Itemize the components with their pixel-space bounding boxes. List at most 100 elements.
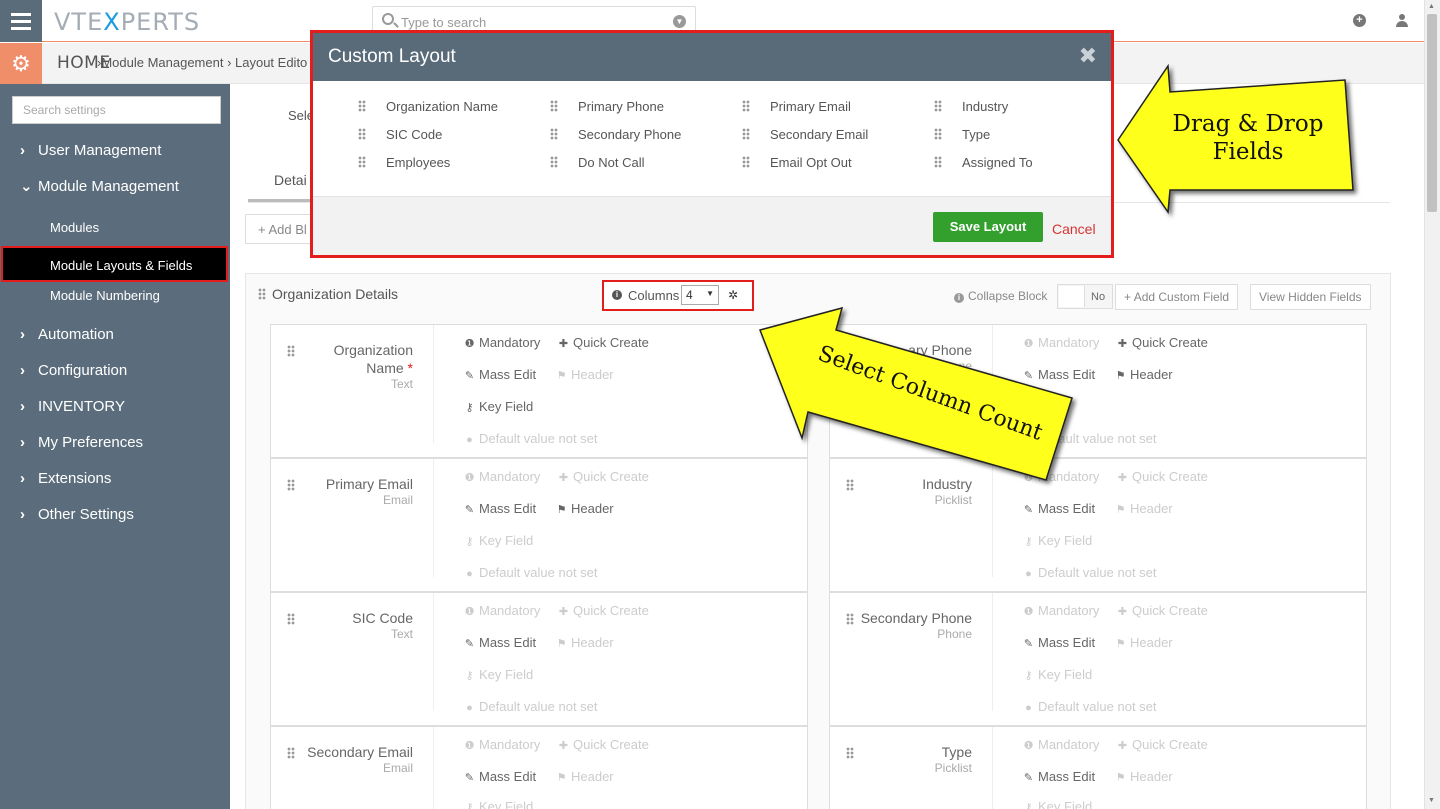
mandatory-option[interactable]: ❶ Mandatory bbox=[1023, 603, 1100, 618]
quick-create-option[interactable]: ✚ Quick Create bbox=[1117, 737, 1208, 752]
add-custom-field-button[interactable]: + Add Custom Field bbox=[1115, 284, 1239, 310]
quick-create-option[interactable]: ✚ Quick Create bbox=[1117, 603, 1208, 618]
field-card[interactable]: Industry Picklist ❶ Mandatory ✚ Quick Crea… bbox=[829, 458, 1367, 592]
draggable-field[interactable]: Organization Name bbox=[358, 99, 498, 114]
drag-handle-icon[interactable] bbox=[846, 613, 854, 625]
drag-handle-icon[interactable] bbox=[846, 747, 854, 759]
drag-handle-icon[interactable] bbox=[287, 747, 295, 759]
scroll-up-icon[interactable]: ▲ bbox=[1428, 3, 1435, 10]
mandatory-option[interactable]: ❶ Mandatory bbox=[464, 603, 541, 618]
sidebar-item-configuration[interactable]: › Configuration bbox=[20, 360, 127, 382]
mass-edit-option[interactable]: ✎ Mass Edit bbox=[1023, 367, 1095, 382]
field-card[interactable]: SIC Code Text ❶ Mandatory ✚ Quick Create ✎… bbox=[270, 592, 808, 726]
mass-edit-option[interactable]: ✎ Mass Edit bbox=[464, 367, 536, 382]
header-option[interactable]: ⚑ Header bbox=[556, 367, 614, 382]
sidebar-item-other-settings[interactable]: › Other Settings bbox=[20, 504, 134, 526]
field-card[interactable]: Type Picklist ❶ Mandatory ✚ Quick Create ✎… bbox=[829, 726, 1367, 809]
default-value-option[interactable]: ● Default value not set bbox=[464, 699, 597, 714]
mass-edit-option[interactable]: ✎ Mass Edit bbox=[464, 635, 536, 650]
header-option[interactable]: ⚑ Header bbox=[1115, 501, 1173, 516]
header-option[interactable]: ⚑ Header bbox=[556, 635, 614, 650]
drag-handle-icon[interactable] bbox=[287, 613, 295, 625]
quick-create-option[interactable]: ✚ Quick Create bbox=[1117, 469, 1208, 484]
mass-edit-option[interactable]: ✎ Mass Edit bbox=[1023, 635, 1095, 650]
sidebar-subitem-modules[interactable]: Modules bbox=[50, 220, 99, 235]
default-value-option[interactable]: ● Default value not set bbox=[464, 565, 597, 580]
mandatory-option[interactable]: ❶ Mandatory bbox=[1023, 469, 1100, 484]
quick-create-option[interactable]: ✚ Quick Create bbox=[558, 469, 649, 484]
key-field-option[interactable]: ⚷ Key Field bbox=[464, 399, 533, 414]
sidebar-subitem-module-numbering[interactable]: Module Numbering bbox=[50, 288, 160, 303]
draggable-field[interactable]: Do Not Call bbox=[550, 155, 644, 170]
add-icon[interactable]: + bbox=[1353, 14, 1366, 27]
field-card[interactable]: Primary Email Email ❶ Mandatory ✚ Quick Cr… bbox=[270, 458, 808, 592]
scrollbar-thumb[interactable] bbox=[1427, 14, 1437, 212]
settings-gear-icon[interactable]: ⚙ bbox=[0, 43, 42, 84]
mass-edit-option[interactable]: ✎ Mass Edit bbox=[464, 501, 536, 516]
sidebar-item-extensions[interactable]: › Extensions bbox=[20, 468, 111, 490]
scroll-down-icon[interactable]: ▼ bbox=[1428, 797, 1435, 804]
logo[interactable]: VTEXPERTS bbox=[54, 8, 200, 36]
add-block-button[interactable]: + Add Bl bbox=[245, 214, 315, 244]
key-field-option[interactable]: ⚷ Key Field bbox=[1023, 799, 1092, 809]
key-field-option[interactable]: ⚷ Key Field bbox=[464, 799, 533, 809]
draggable-field[interactable]: Primary Phone bbox=[550, 99, 664, 114]
header-option[interactable]: ⚑ Header bbox=[556, 501, 614, 516]
mandatory-option[interactable]: ❶ Mandatory bbox=[464, 469, 541, 484]
draggable-field[interactable]: Industry bbox=[934, 99, 1008, 114]
draggable-field[interactable]: Primary Email bbox=[742, 99, 851, 114]
quick-create-option[interactable]: ✚ Quick Create bbox=[558, 737, 649, 752]
default-value-option[interactable]: ● Default value not set bbox=[1023, 565, 1156, 580]
sidebar-subitem-module-layouts[interactable]: Module Layouts & Fields bbox=[1, 246, 228, 282]
quick-create-option[interactable]: ✚ Quick Create bbox=[558, 335, 649, 350]
header-option[interactable]: ⚑ Header bbox=[1115, 635, 1173, 650]
draggable-field[interactable]: Secondary Email bbox=[742, 127, 868, 142]
header-option[interactable]: ⚑ Header bbox=[1115, 367, 1173, 382]
key-field-option[interactable]: ⚷ Key Field bbox=[1023, 667, 1092, 682]
mandatory-option[interactable]: ❶ Mandatory bbox=[464, 737, 541, 752]
sidebar-item-module-management[interactable]: ⌄ Module Management bbox=[20, 176, 179, 198]
cancel-link[interactable]: Cancel bbox=[1052, 221, 1096, 237]
mandatory-option[interactable]: ❶ Mandatory bbox=[464, 335, 541, 350]
drag-handle-icon[interactable] bbox=[287, 345, 295, 357]
mass-edit-option[interactable]: ✎ Mass Edit bbox=[1023, 769, 1095, 784]
field-card[interactable]: Secondary Phone Phone ❶ Mandatory ✚ Quick … bbox=[829, 592, 1367, 726]
drag-handle-icon[interactable] bbox=[258, 288, 266, 300]
mass-edit-option[interactable]: ✎ Mass Edit bbox=[464, 769, 536, 784]
default-value-option[interactable]: ● Default value not set bbox=[464, 431, 597, 446]
close-icon[interactable]: ✖ bbox=[1079, 43, 1097, 69]
draggable-field[interactable]: SIC Code bbox=[358, 127, 442, 142]
key-field-option[interactable]: ⚷ Key Field bbox=[1023, 533, 1092, 548]
field-card[interactable]: Organization Name * Text ❶ Mandatory ✚ Quic… bbox=[270, 324, 808, 458]
default-value-option[interactable]: ● Default value not set bbox=[1023, 699, 1156, 714]
header-option[interactable]: ⚑ Header bbox=[556, 769, 614, 784]
draggable-field[interactable]: Secondary Phone bbox=[550, 127, 681, 142]
header-option[interactable]: ⚑ Header bbox=[1115, 769, 1173, 784]
mandatory-option[interactable]: ❶ Mandatory bbox=[1023, 335, 1100, 350]
mandatory-option[interactable]: ❶ Mandatory bbox=[1023, 737, 1100, 752]
tab-details[interactable]: Detai bbox=[248, 168, 318, 202]
quick-create-option[interactable]: ✚ Quick Create bbox=[1117, 335, 1208, 350]
quick-create-option[interactable]: ✚ Quick Create bbox=[558, 603, 649, 618]
breadcrumb[interactable]: ›Module Management › Layout Edito bbox=[97, 55, 307, 70]
view-hidden-fields-button[interactable]: View Hidden Fields bbox=[1250, 284, 1371, 310]
key-field-option[interactable]: ⚷ Key Field bbox=[464, 667, 533, 682]
draggable-field[interactable]: Employees bbox=[358, 155, 450, 170]
block-title[interactable]: Organization Details bbox=[258, 286, 398, 302]
sidebar-item-automation[interactable]: › Automation bbox=[20, 324, 114, 346]
draggable-field[interactable]: Email Opt Out bbox=[742, 155, 852, 170]
settings-search-input[interactable]: Search settings bbox=[12, 96, 221, 124]
gear-icon[interactable]: ✲ bbox=[728, 288, 738, 302]
user-icon[interactable] bbox=[1396, 14, 1408, 28]
sidebar-item-my-preferences[interactable]: › My Preferences bbox=[20, 432, 143, 454]
draggable-field[interactable]: Assigned To bbox=[934, 155, 1033, 170]
sidebar-item-user-management[interactable]: › User Management bbox=[20, 140, 161, 162]
chevron-down-icon[interactable]: ▼ bbox=[673, 15, 686, 28]
drag-handle-icon[interactable] bbox=[846, 479, 854, 491]
collapse-toggle[interactable]: No bbox=[1057, 284, 1113, 309]
field-card[interactable]: Secondary Email Email ❶ Mandatory ✚ Quick … bbox=[270, 726, 808, 809]
key-field-option[interactable]: ⚷ Key Field bbox=[464, 533, 533, 548]
drag-handle-icon[interactable] bbox=[287, 479, 295, 491]
save-layout-button[interactable]: Save Layout bbox=[933, 212, 1043, 242]
draggable-field[interactable]: Type bbox=[934, 127, 990, 142]
